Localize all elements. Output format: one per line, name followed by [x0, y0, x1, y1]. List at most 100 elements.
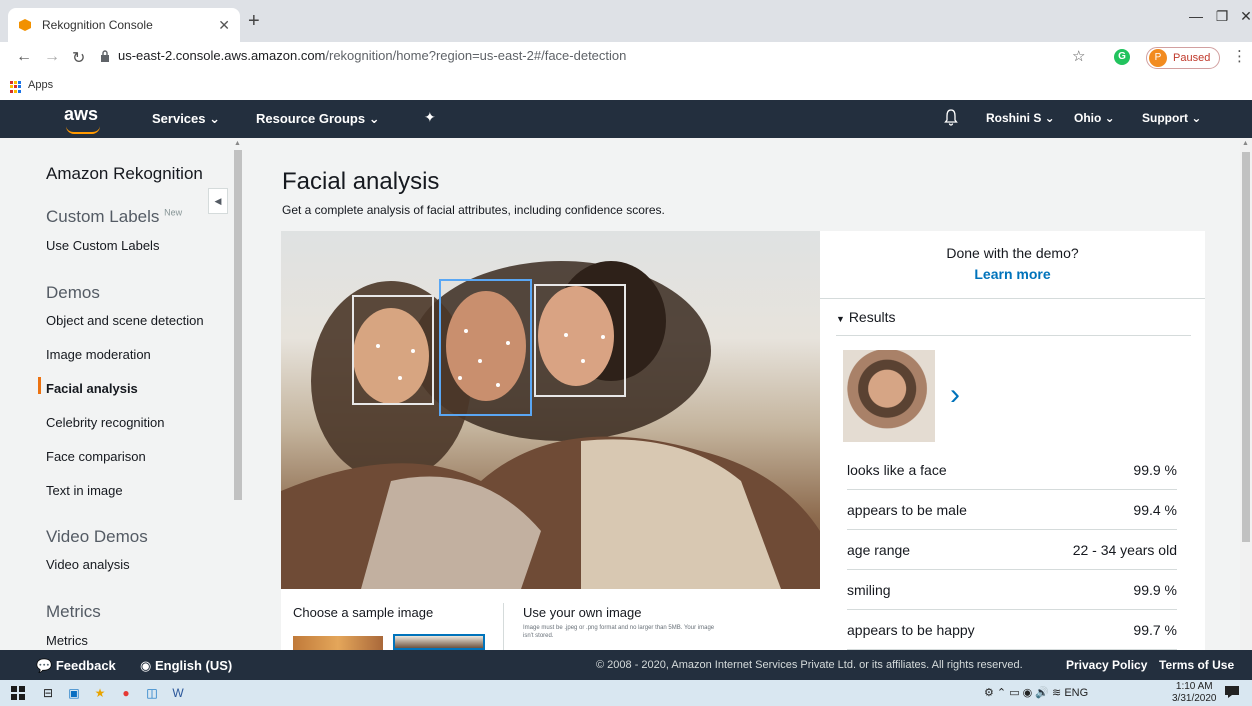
side-navigation: Amazon Rekognition Custom Labels New Use… — [0, 138, 232, 650]
aws-logo[interactable]: aws — [64, 104, 100, 134]
pin-icon[interactable]: ✦ — [424, 109, 436, 126]
aws-logo-text: aws — [64, 104, 99, 124]
globe-icon: ◉ — [140, 658, 152, 673]
sample-thumbnail-selected[interactable] — [393, 634, 485, 650]
close-window-icon[interactable]: ✕ — [1226, 8, 1252, 25]
analysis-image — [281, 231, 820, 589]
tray-icons: ⚙ ⌃ ▭ ◉ 🔊 ≋ — [984, 687, 1065, 699]
notification-icon[interactable] — [1224, 685, 1240, 699]
sidebar-item-metrics[interactable]: Metrics — [46, 633, 88, 648]
page-subtitle: Get a complete analysis of facial attrib… — [282, 203, 665, 217]
sample-thumbnail[interactable] — [293, 636, 383, 650]
apps-bookmark[interactable]: Apps — [28, 79, 53, 91]
scroll-up-icon[interactable]: ▲ — [1242, 140, 1249, 147]
privacy-policy-link[interactable]: Privacy Policy — [1066, 658, 1147, 672]
input-language: ENG — [1064, 687, 1089, 699]
new-tab-button[interactable]: + — [248, 10, 260, 32]
windows-taskbar: ⊟ ▣ ★ ● ◫ W ⚙ ⌃ ▭ ◉ 🔊 ≋ ENG 1:10 AM 3/31/… — [0, 680, 1252, 706]
word-icon[interactable]: W — [170, 685, 186, 701]
caret-down-icon: ▼ — [836, 314, 845, 324]
speech-bubble-icon: 💬 — [36, 658, 53, 673]
result-row: age range 22 - 34 years old — [847, 530, 1177, 570]
profile-status: Paused — [1173, 52, 1211, 64]
store-icon[interactable]: ▣ — [66, 685, 82, 701]
profile-button[interactable]: P Paused — [1146, 47, 1220, 69]
back-arrow-icon[interactable]: ← — [16, 48, 32, 66]
user-menu[interactable]: Roshini S ⌄ — [986, 111, 1055, 125]
services-menu[interactable]: Services ⌄ — [152, 111, 220, 127]
close-tab-icon[interactable]: ✕ — [218, 17, 230, 34]
sidebar-heading-metrics: Metrics — [46, 602, 101, 621]
face-box-selected[interactable] — [439, 279, 532, 416]
sidebar-item-image-moderation[interactable]: Image moderation — [46, 347, 151, 362]
sidebar-title[interactable]: Amazon Rekognition — [46, 164, 203, 184]
bookmarks-bar: Apps — [0, 74, 1252, 100]
sidebar-item-text-in-image[interactable]: Text in image — [46, 483, 123, 498]
taskbar-clock[interactable]: 1:10 AM 3/31/2020 — [1172, 681, 1217, 705]
page-scrollbar[interactable]: ▲ — [1240, 138, 1252, 650]
aws-favicon-icon — [19, 19, 31, 31]
image-source-panel: Choose a sample image Use your own image… — [281, 589, 820, 650]
avatar: P — [1149, 49, 1167, 67]
url-path: /rekognition/home?region=us-east-2#/face… — [325, 48, 627, 63]
region-menu[interactable]: Ohio ⌄ — [1074, 111, 1115, 125]
extension-icon[interactable]: G — [1114, 49, 1130, 65]
browser-tab-strip: Rekognition Console ✕ + — ❐ ✕ — [0, 0, 1252, 42]
demo-question: Done with the demo? — [946, 245, 1079, 261]
address-bar[interactable]: us-east-2.console.aws.amazon.com/rekogni… — [118, 48, 626, 63]
result-row: looks like a face 99.9 % — [847, 450, 1177, 490]
chevron-right-icon[interactable]: › — [950, 378, 960, 412]
main-content: Facial analysis Get a complete analysis … — [244, 138, 1240, 650]
sidebar-heading-demos: Demos — [46, 283, 100, 302]
result-row: smiling 99.9 % — [847, 570, 1177, 610]
reload-icon[interactable]: ↻ — [72, 48, 85, 68]
url-host: us-east-2.console.aws.amazon.com — [118, 48, 326, 63]
collapse-sidebar-button[interactable]: ◀ — [208, 188, 228, 214]
sidebar-item-celebrity-recognition[interactable]: Celebrity recognition — [46, 415, 165, 430]
page-title: Facial analysis — [282, 168, 440, 195]
results-panel: Done with the demo? Learn more ▼ Results… — [820, 231, 1205, 650]
windows-start-icon[interactable] — [10, 685, 26, 701]
app-icon[interactable]: ◫ — [144, 685, 160, 701]
language-selector[interactable]: ◉ English (US) — [140, 658, 232, 674]
browser-tab[interactable]: Rekognition Console ✕ — [8, 8, 240, 42]
apps-grid-icon[interactable] — [10, 81, 22, 93]
sidebar-heading-video-demos: Video Demos — [46, 527, 148, 546]
face-box[interactable] — [534, 284, 626, 397]
active-item-marker — [38, 377, 41, 394]
feedback-button[interactable]: 💬 Feedback — [36, 658, 116, 674]
sidebar-item-use-custom-labels[interactable]: Use Custom Labels — [46, 238, 159, 253]
pinned-app-icon[interactable]: ★ — [92, 685, 108, 701]
terms-of-use-link[interactable]: Terms of Use — [1159, 658, 1234, 672]
choose-sample-label: Choose a sample image — [293, 605, 434, 620]
upload-hint: Image must be .jpeg or .png format and n… — [523, 625, 715, 639]
learn-more-link[interactable]: Learn more — [820, 266, 1205, 282]
face-thumbnail — [843, 350, 935, 442]
sidebar-heading-custom-labels: Custom Labels New — [46, 207, 183, 226]
sidebar-scrollbar[interactable]: ▲ — [232, 138, 244, 650]
chrome-icon[interactable]: ● — [118, 685, 134, 701]
use-own-image-label[interactable]: Use your own image — [523, 605, 642, 620]
bookmark-star-icon[interactable]: ☆ — [1072, 47, 1085, 65]
tab-title: Rekognition Console — [42, 18, 153, 32]
console-footer: 💬 Feedback ◉ English (US) © 2008 - 2020,… — [0, 650, 1252, 680]
lock-icon — [101, 50, 109, 62]
browser-menu-icon[interactable]: ⋮ — [1232, 47, 1247, 65]
sidebar-item-face-comparison[interactable]: Face comparison — [46, 449, 146, 464]
forward-arrow-icon[interactable]: → — [44, 48, 60, 66]
system-tray[interactable]: ⚙ ⌃ ▭ ◉ 🔊 ≋ ENG — [984, 686, 1088, 699]
sidebar-item-video-analysis[interactable]: Video analysis — [46, 557, 130, 572]
resource-groups-menu[interactable]: Resource Groups ⌄ — [256, 111, 380, 127]
face-box[interactable] — [352, 295, 434, 405]
scroll-up-icon[interactable]: ▲ — [234, 140, 241, 147]
browser-toolbar: ← → ↻ us-east-2.console.aws.amazon.com/r… — [0, 42, 1252, 74]
results-toggle[interactable]: ▼ Results — [836, 309, 896, 325]
bell-icon[interactable] — [944, 108, 958, 126]
support-menu[interactable]: Support ⌄ — [1142, 111, 1201, 125]
sidebar-item-facial-analysis[interactable]: Facial analysis — [46, 381, 138, 396]
new-badge: New — [164, 207, 183, 218]
sidebar-item-object-scene[interactable]: Object and scene detection — [46, 313, 204, 328]
result-row: appears to be male 99.4 % — [847, 490, 1177, 530]
aws-top-nav: aws Services ⌄ Resource Groups ⌄ ✦ Roshi… — [0, 100, 1252, 138]
task-view-icon[interactable]: ⊟ — [40, 685, 56, 701]
